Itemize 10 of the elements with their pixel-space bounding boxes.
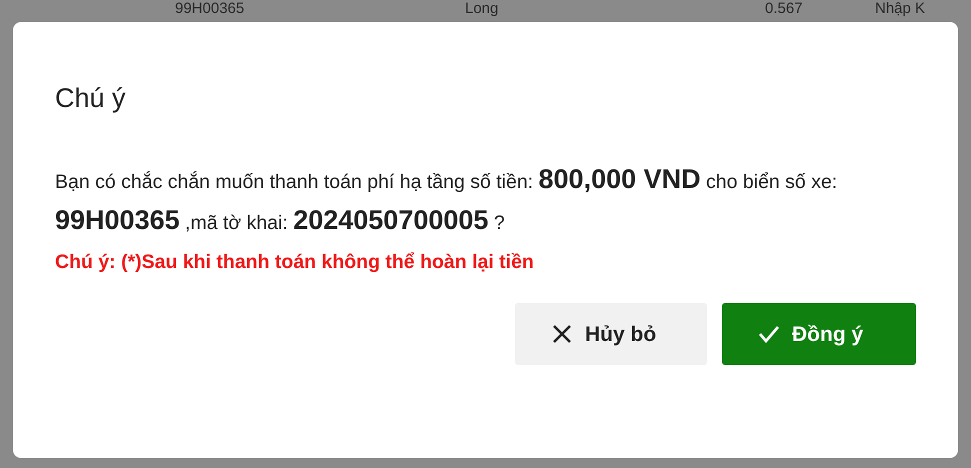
- table-cell-text: Nhập K: [875, 0, 926, 19]
- close-icon: [551, 323, 573, 346]
- confirmation-message: Bạn có chắc chắn muốn thanh toán phí hạ tầng số tiền: 800,000 VND cho biển số xe: 99H00365 ,mã tờ khai: 2024050700005 ?: [55, 162, 838, 238]
- table-cell-text: 0.567: [765, 0, 804, 19]
- table-cell-text: 99H00365: [175, 0, 246, 19]
- cancel-button[interactable]: Hủy bỏ: [515, 303, 707, 366]
- table-cell-text: Long: [465, 0, 500, 19]
- dialog-title: Chú ý: [55, 82, 127, 115]
- warning-text: Chú ý: (*)Sau khi thanh toán không thể hoàn lại tiền: [55, 250, 535, 276]
- confirm-button[interactable]: Đồng ý: [722, 303, 916, 366]
